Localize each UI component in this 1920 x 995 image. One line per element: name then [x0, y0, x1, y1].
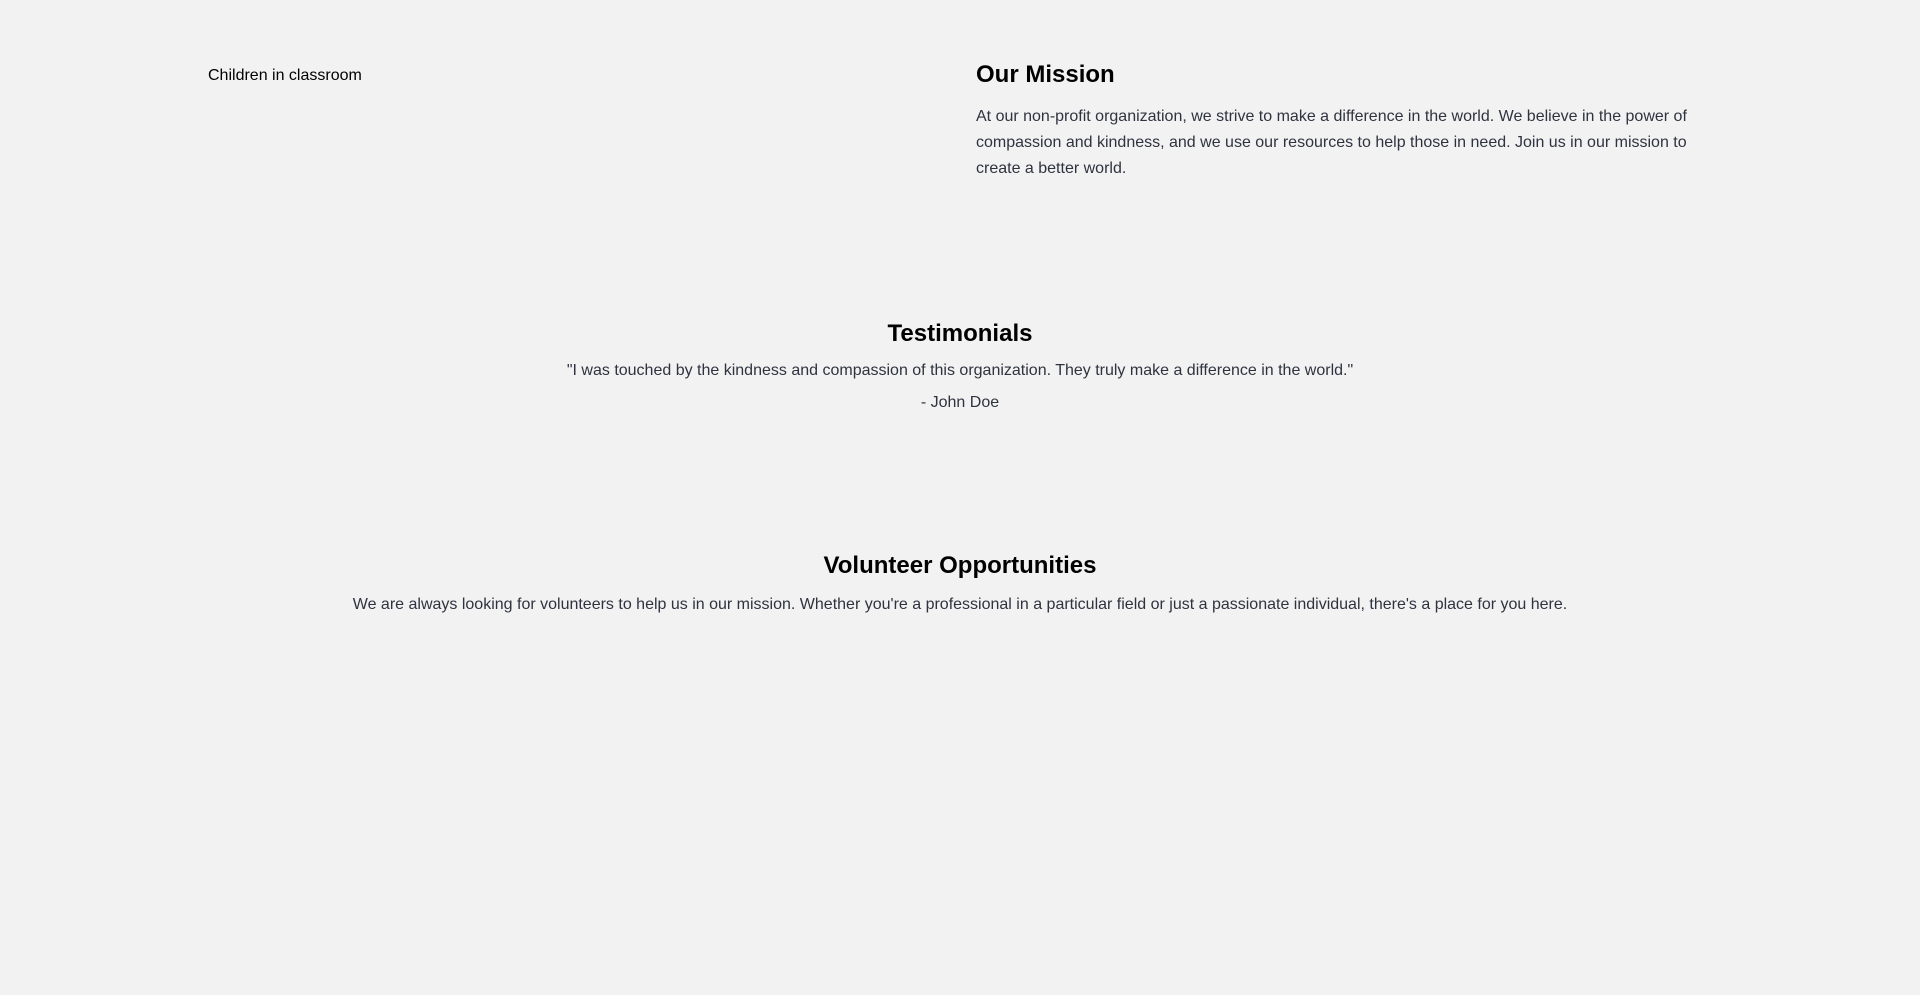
classroom-image-alt-text: Children in classroom — [208, 67, 362, 84]
page: Children in classroom Our Mission At our… — [0, 0, 1920, 995]
testimonial-quote: "I was touched by the kindness and compa… — [566, 362, 1354, 379]
volunteer-title: Volunteer Opportunities — [823, 552, 1097, 579]
mission-section: Children in classroom Our Mission At our… — [208, 60, 1712, 220]
mission-text-block: Our Mission At our non-profit organizati… — [976, 60, 1712, 182]
volunteer-description: We are always looking for volunteers to … — [352, 596, 1568, 613]
volunteer-section: Volunteer Opportunities We are always lo… — [0, 550, 1920, 616]
testimonials-title: Testimonials — [887, 320, 1033, 347]
mission-description: At our non-profit organization, we striv… — [976, 108, 1687, 177]
mission-title: Our Mission — [976, 61, 1115, 88]
testimonial-author: - John Doe — [920, 394, 1000, 411]
testimonials-section: Testimonials "I was touched by the kindn… — [0, 318, 1920, 414]
